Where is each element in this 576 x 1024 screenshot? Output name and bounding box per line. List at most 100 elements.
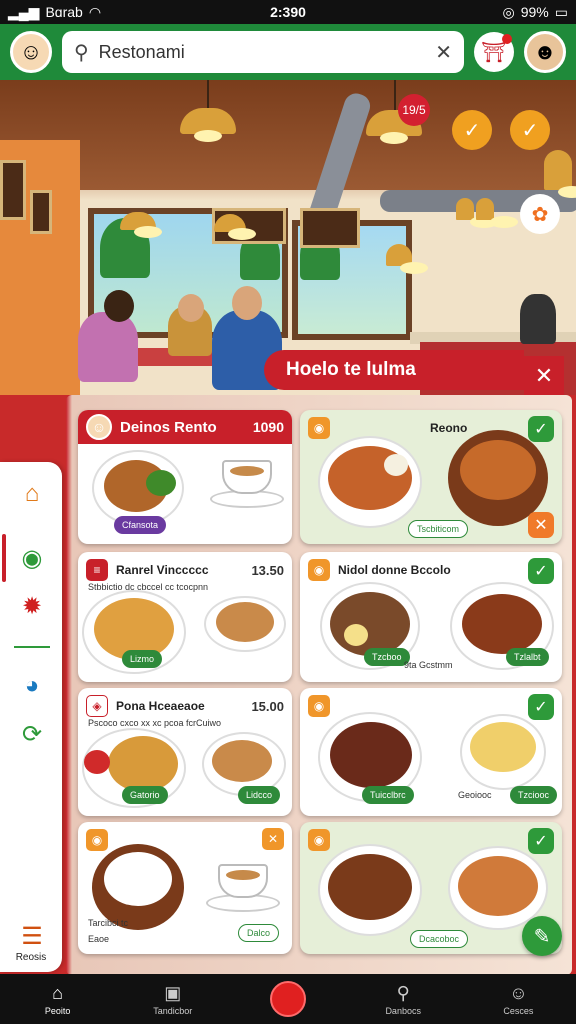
category-icon: ◈ [86,695,108,717]
card-label: Eaoe [88,934,110,944]
card-price: 1090 [252,419,284,435]
pendant-lamp [386,244,428,274]
nav-label: Tandicbor [153,1005,193,1016]
card-chip[interactable]: Tzcboo [364,648,410,666]
check-icon[interactable]: ✓ [528,416,554,442]
menu-card[interactable]: ◉ ✓ Tuicclbrc Geoiooc Tzciooc [300,688,562,816]
diner-head [104,290,134,322]
card-header: ☺ Deinos Rento 1090 [78,410,292,444]
utensils-icon[interactable]: ✕ [435,40,452,65]
menu-card[interactable]: ◈ Pona Hceaeaoe 15.00 Pscoco cxco xx xc … [78,688,292,816]
share-button[interactable]: ✿ [520,194,560,234]
menu-board [30,190,52,234]
dish-garnish [146,470,176,496]
check-icon[interactable]: ✓ [528,558,554,584]
dish-food [328,854,412,920]
home-icon: ⌂ [52,982,64,1003]
profile-avatar[interactable]: ☻ [524,31,566,73]
restaurant-hero-illustration: 19/5 ✓ ✓ ✿ Hoelo te lulma ✕ [0,80,576,410]
store-icon: ⛩ [481,41,507,64]
rail-label: Reosis [15,952,47,963]
card-title: Reono [430,421,468,435]
nav-label: Peoito [44,1005,71,1016]
card-price: 15.00 [251,698,284,714]
alarm-icon: ◎ [502,3,515,20]
category-icon: ◉ [308,559,330,581]
card-chip[interactable]: Lidcco [238,786,281,804]
compass-icon[interactable]: ◉ [16,542,48,574]
card-chip[interactable]: Tzciooc [510,786,558,804]
nav-home[interactable]: ⌂ Peoito [0,974,115,1024]
card-chip[interactable]: Dcacoboc [410,930,469,948]
check-icon[interactable]: ✓ [528,694,554,720]
fried-rice [216,602,274,642]
menu-card[interactable]: ≡ Ranrel Vinccccc 13.50 Stbbictio dc cbc… [78,552,292,682]
sync-icon[interactable]: ⟳ [16,718,48,750]
category-icon: ◉ [308,829,330,851]
nav-record[interactable] [230,974,345,1024]
confirm-button[interactable]: ✓ [510,110,550,150]
bottom-navigation: ⌂ Peoito ▣ Tandicbor ⚲ Danbocs ☺ Cesces [0,974,576,1024]
chat-icon[interactable]: ◕ [16,670,48,702]
nav-search[interactable]: ⚲ Danbocs [346,974,461,1024]
menu-card[interactable]: ☺ Deinos Rento 1090 Cfansota [78,410,292,544]
tomato [84,750,110,774]
record-icon [270,981,306,1017]
nav-profile[interactable]: ☺ Cesces [461,974,576,1024]
category-icon: ◉ [308,417,330,439]
search-bar[interactable]: ⚲ Restonami ✕ [62,31,464,73]
card-chip[interactable]: Tzlalbt [506,648,549,666]
card-chip[interactable]: Tscbiticom [408,520,469,538]
menu-card[interactable]: ◉ ✕ Tarcibci tc Eaoe Dalco [78,822,292,954]
nav-label: Cesces [503,1005,534,1016]
menu-card[interactable]: ◉ Nidol donne Bccolo ✓ Tzcboo Tzlalbt 9t… [300,552,562,682]
favorite-button[interactable]: ✓ [452,110,492,150]
wifi-icon: ◠ [88,3,102,20]
edit-button[interactable]: ✎ [522,916,562,956]
card-title: Nidol donne Bccolo [338,563,451,577]
dish-food [108,736,178,792]
card-chip[interactable]: Lizmo [122,650,163,668]
side-navigation-rail: ⌂ ◉ ✹ ◕ ⟳ ☰ Reosis [0,462,62,972]
card-subtitle: Pscoco cxco xx xc pcoa fcrCuiwo [88,718,222,728]
card-label: Tarcibci tc [88,918,129,928]
pendant-lamp [544,150,576,198]
tools-icon[interactable]: ✕ [524,356,564,396]
card-chip[interactable]: Tuicclbrc [362,786,414,804]
card-chip[interactable]: Cfansota [114,516,167,534]
card-subtitle: Stbbictio dc cbccel cc tcocpnn [88,582,209,592]
utensils-icon[interactable]: ✕ [262,828,284,850]
noodles [460,440,536,500]
menu-board [0,160,26,220]
card-chip[interactable]: Dalco [238,924,280,942]
card-price: 13.50 [251,562,284,578]
notification-dot [502,34,512,44]
coffee-cup [218,864,268,898]
diner-woman [78,312,138,382]
noodles [458,856,538,916]
search-input[interactable]: Restonami [99,42,426,63]
user-avatar[interactable]: ☺ [10,31,52,73]
card-chip[interactable]: Gatorio [122,786,168,804]
egg [384,454,408,476]
close-icon[interactable]: ✕ [528,512,554,538]
nav-orders[interactable]: ▣ Tandicbor [115,974,230,1024]
menu-list-icon[interactable]: ☰ [16,920,48,952]
dish-food [462,594,542,654]
check-icon[interactable]: ✓ [528,828,554,854]
card-label: 9ta Gcstmm [404,660,453,670]
category-icon: ◉ [86,829,108,851]
bug-icon[interactable]: ✹ [16,590,48,622]
steamed-rice [104,852,172,906]
card-title: Pona Hceaeaoe [116,699,205,713]
restaurant-button[interactable]: ⛩ [474,32,514,72]
profile-icon: ☺ [509,982,528,1003]
menu-card[interactable]: ◉ Reono ✓ Tscbiticom ✕ [300,410,562,544]
home-icon[interactable]: ⌂ [16,478,48,510]
carrier-name: Bɑrab [45,4,83,20]
lamp-cord [394,80,396,110]
card-label: Geoiooc [458,790,492,800]
coffee-cup [222,460,272,494]
hero-badge[interactable]: 19/5 [398,94,430,126]
dish-food [330,722,412,788]
